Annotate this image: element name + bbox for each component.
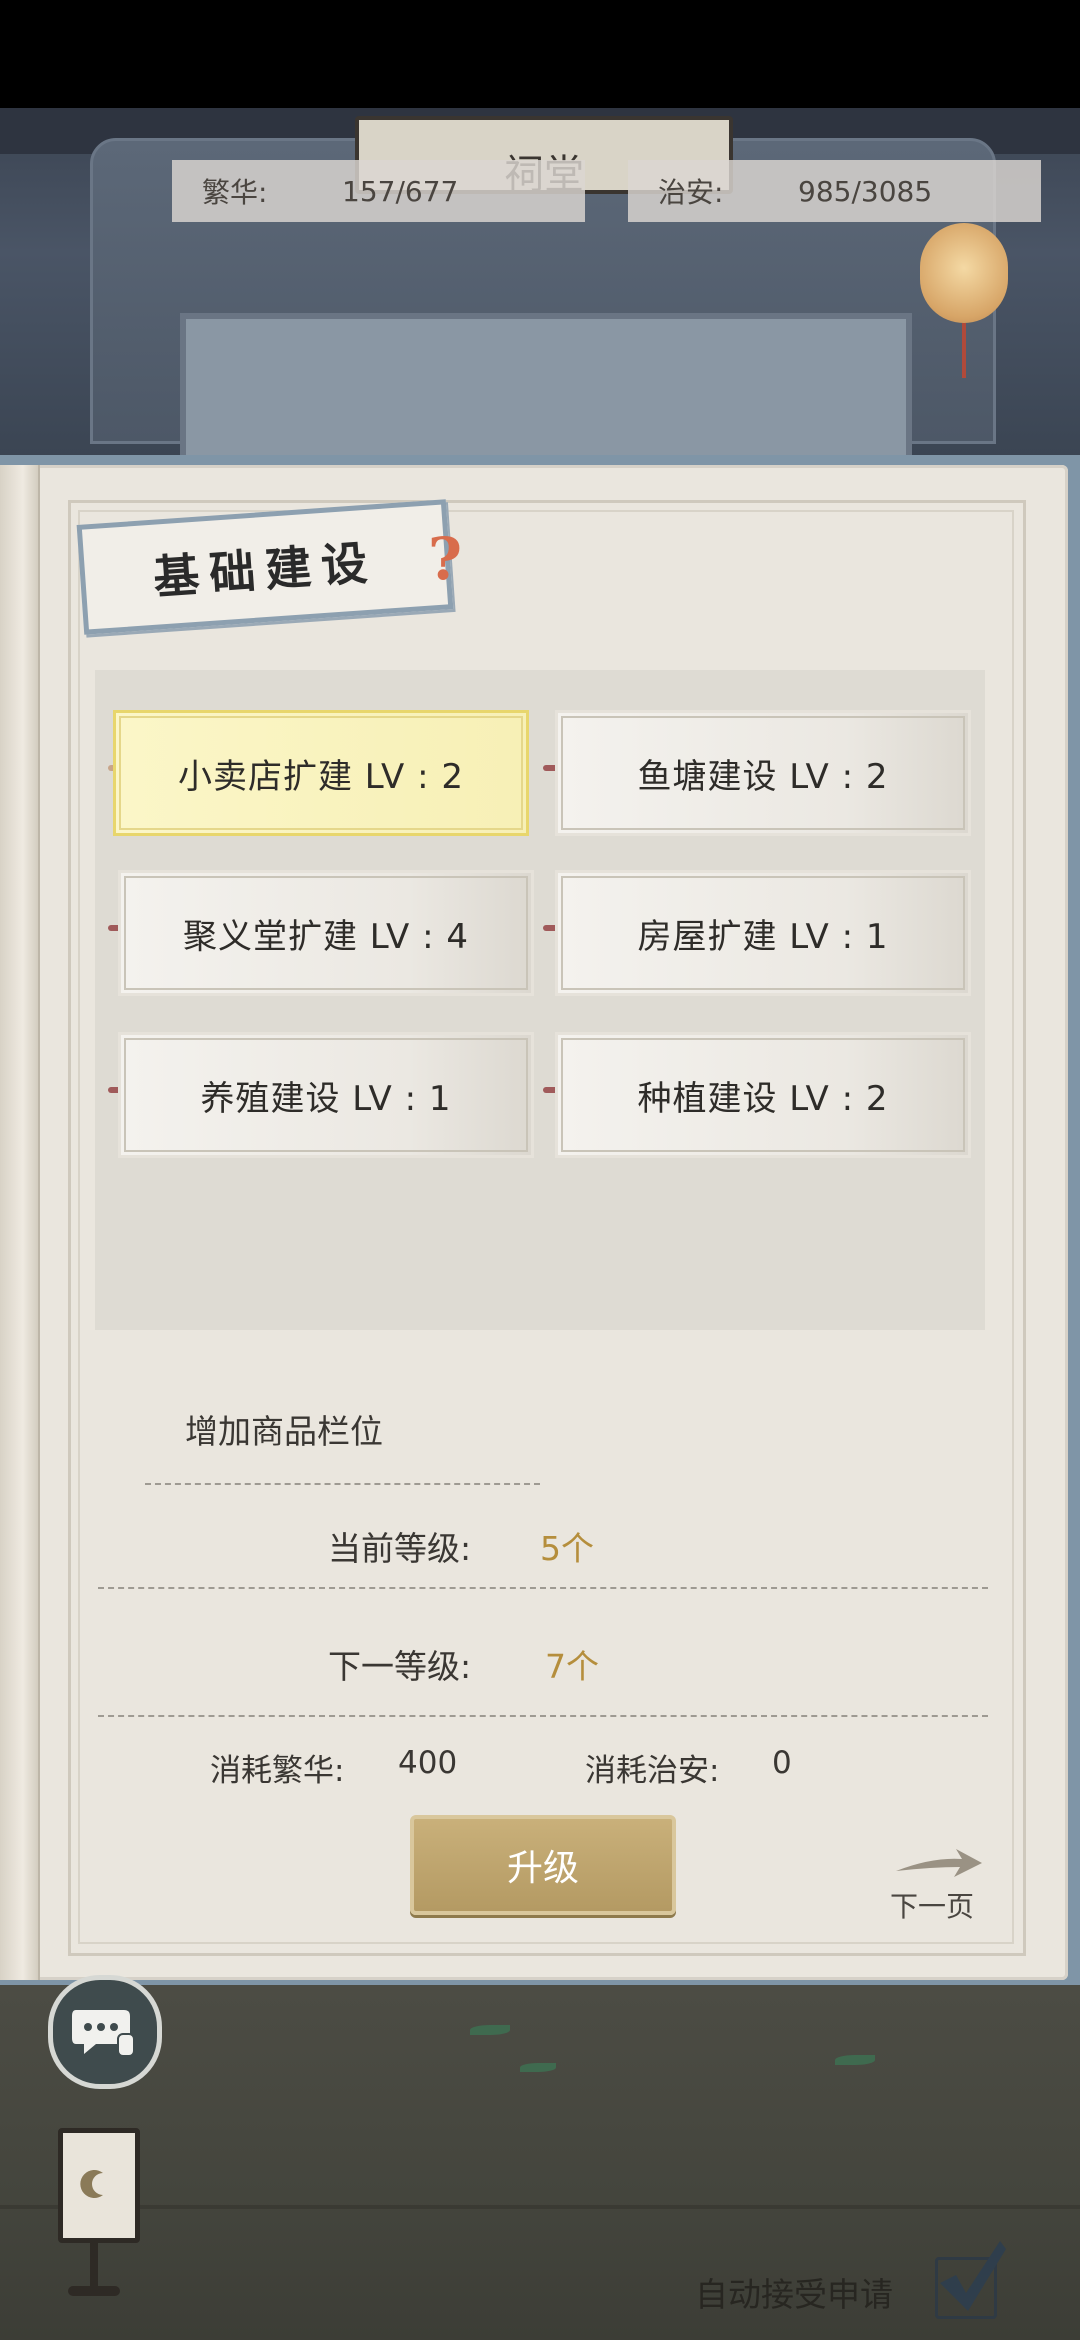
upgrade-button[interactable]: 升级 [410,1815,676,1915]
status-bar-area [0,0,1080,108]
upgrade-description: 增加商品栏位 [185,1412,383,1451]
divider [98,1587,988,1589]
leaf-decoration [835,2055,875,2065]
chat-button[interactable] [48,1975,162,2089]
upgrade-button-label: 升级 [506,1848,579,1889]
security-label: 治安: [658,176,724,209]
auto-accept-label: 自动接受申请 [695,2275,893,2314]
building-card-label: 鱼塘建设 LV : 2 [637,756,889,797]
lamp-stand [90,2238,98,2288]
lamp-base [68,2286,120,2296]
chat-bubble-icon [72,2010,135,2057]
building-card-housing[interactable]: 房屋扩建 LV : 1 [555,870,971,996]
prosperity-stat: 繁华: 157/677 [172,160,585,222]
shrine-inner-panel [180,313,912,468]
building-card-planting[interactable]: 种植建设 LV : 2 [555,1032,971,1158]
building-card-label: 房屋扩建 LV : 1 [637,916,889,957]
next-page-link[interactable]: 下一页 [890,1885,974,1925]
moon-icon [80,2170,103,2198]
building-card-label: 小卖店扩建 LV : 2 [178,756,464,797]
leaf-decoration [470,2025,510,2035]
next-level-value: 7个 [545,1647,599,1686]
floor-edge [0,2205,1080,2209]
floor-background [0,1985,1080,2340]
cost-prosperity-value: 400 [398,1745,458,1781]
cost-security-label: 消耗治安: [585,1753,720,1789]
next-level-label: 下一等级: [328,1647,472,1686]
lantern-icon [920,223,1008,323]
help-icon[interactable]: ? [428,525,462,593]
building-card-shop[interactable]: 小卖店扩建 LV : 2 [113,710,529,836]
book-spine [0,465,40,1980]
building-card-fishpond[interactable]: 鱼塘建设 LV : 2 [555,710,971,836]
current-level-value: 5个 [540,1529,594,1568]
prosperity-label: 繁华: [202,176,268,209]
divider [145,1483,540,1485]
building-card-hall[interactable]: 聚义堂扩建 LV : 4 [118,870,534,996]
lantern-lamp-icon[interactable] [58,2128,140,2243]
current-level-label: 当前等级: [328,1529,472,1568]
divider [98,1715,988,1717]
building-card-label: 聚义堂扩建 LV : 4 [183,916,469,957]
panel-title: 基础建设 [151,535,379,605]
building-card-label: 养殖建设 LV : 1 [200,1078,452,1119]
next-page-arrow-icon[interactable] [892,1843,984,1883]
leaf-decoration [520,2063,556,2072]
prosperity-value: 157/677 [342,174,459,208]
security-stat: 治安: 985/3085 [628,160,1041,222]
checkmark-icon [940,2241,1006,2311]
lantern-tassel [962,323,966,378]
cost-prosperity-label: 消耗繁华: [210,1753,345,1789]
building-card-breeding[interactable]: 养殖建设 LV : 1 [118,1032,534,1158]
building-card-label: 种植建设 LV : 2 [637,1078,889,1119]
security-value: 985/3085 [798,174,933,208]
cost-security-value: 0 [772,1745,792,1781]
